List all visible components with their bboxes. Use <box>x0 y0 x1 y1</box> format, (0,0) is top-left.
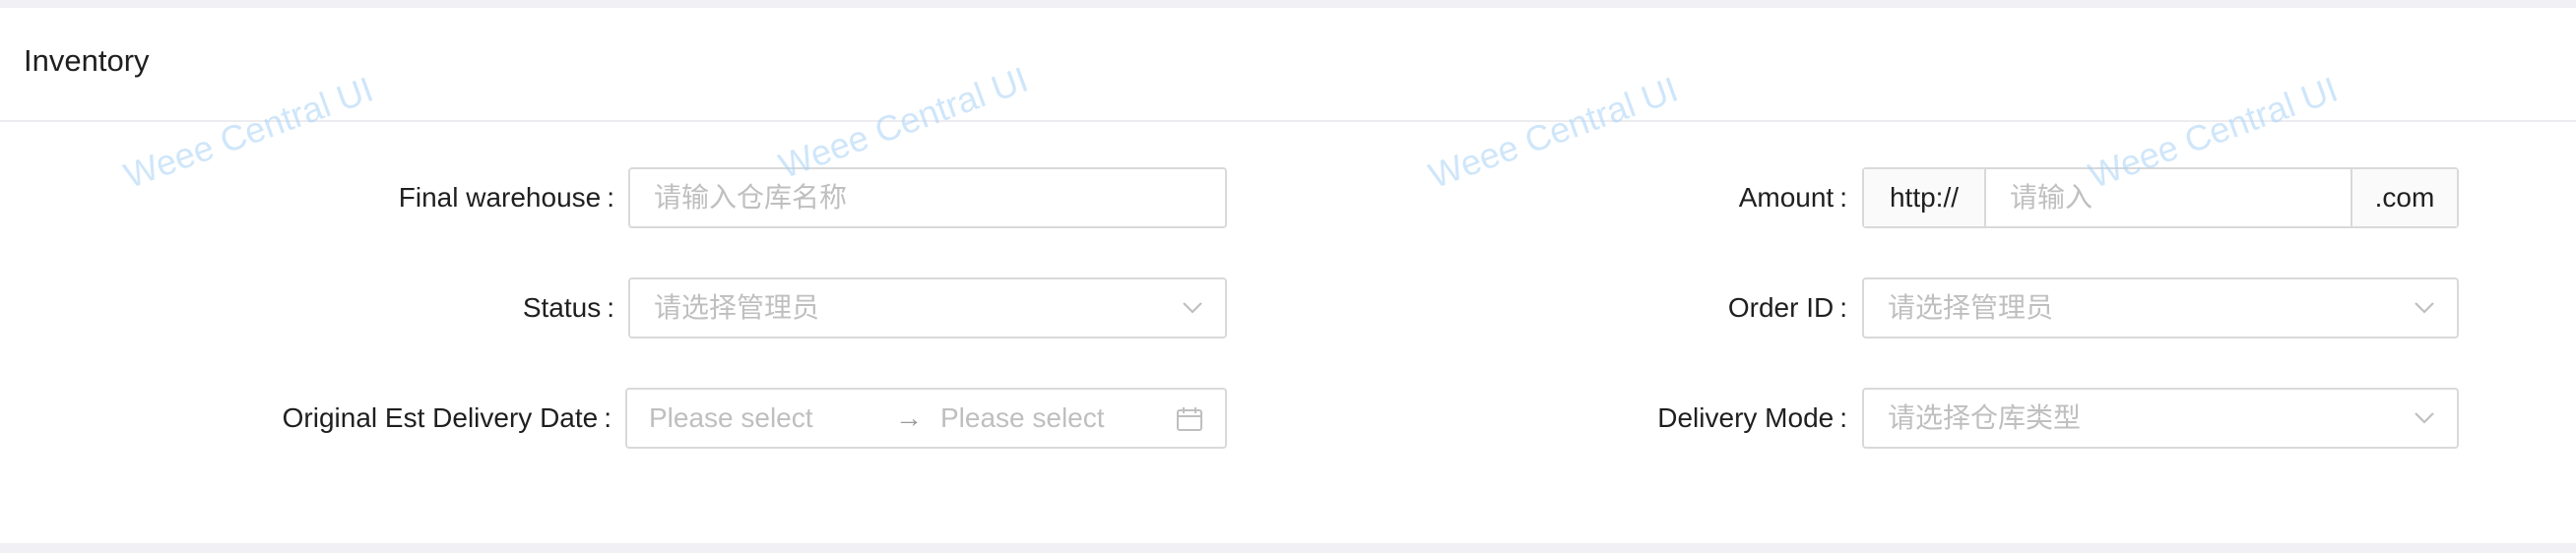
delivery-mode-placeholder: 请选择仓库类型 <box>1888 402 2082 433</box>
chevron-down-icon <box>1183 302 1202 314</box>
status-label: Status: <box>523 277 614 338</box>
final-warehouse-label-text: Final warehouse <box>398 182 602 213</box>
label-colon: : <box>1839 292 1847 323</box>
label-colon: : <box>607 292 614 323</box>
amount-prefix-addon: http:// <box>1864 169 1986 226</box>
delivery-mode-select[interactable]: 请选择仓库类型 <box>1862 388 2459 449</box>
final-warehouse-placeholder: 请输入仓库名称 <box>654 182 848 213</box>
final-warehouse-input[interactable]: 请输入仓库名称 <box>628 167 1227 228</box>
status-select[interactable]: 请选择管理员 <box>628 277 1227 338</box>
original-est-delivery-date-label: Original Est Delivery Date: <box>283 388 612 449</box>
amount-input-group: http:// 请输入 .com <box>1862 167 2459 228</box>
final-warehouse-label: Final warehouse: <box>399 167 614 228</box>
label-colon: : <box>1839 182 1847 213</box>
delivery-mode-label: Delivery Mode: <box>1657 388 1847 449</box>
card-title: Inventory <box>24 43 150 78</box>
label-colon: : <box>607 182 614 213</box>
order-id-label: Order ID: <box>1728 277 1847 338</box>
amount-suffix-addon: .com <box>2351 169 2457 226</box>
label-colon: : <box>604 402 612 433</box>
calendar-icon <box>1177 407 1202 431</box>
card-header: Inventory <box>0 8 2576 122</box>
order-id-select[interactable]: 请选择管理员 <box>1862 277 2459 338</box>
amount-input[interactable]: 请输入 <box>2010 169 2093 226</box>
date-range-start-input[interactable]: Please select <box>649 390 813 447</box>
amount-label: Amount: <box>1739 167 1847 228</box>
date-range-end-input[interactable]: Please select <box>940 390 1105 447</box>
label-colon: : <box>1839 402 1847 433</box>
order-id-placeholder: 请选择管理员 <box>1888 292 2054 323</box>
order-id-label-text: Order ID <box>1727 292 1835 323</box>
chevron-down-icon <box>2415 412 2434 424</box>
status-label-text: Status <box>522 292 602 323</box>
amount-label-text: Amount <box>1738 182 1835 213</box>
delivery-mode-label-text: Delivery Mode <box>1657 402 1835 433</box>
inventory-card: Inventory Final warehouse: 请输入仓库名称 Statu… <box>0 8 2576 543</box>
date-range-separator: → <box>895 402 923 433</box>
status-placeholder: 请选择管理员 <box>654 292 820 323</box>
original-est-delivery-date-label-text: Original Est Delivery Date <box>282 402 599 433</box>
chevron-down-icon <box>2415 302 2434 314</box>
original-est-delivery-date-range-picker[interactable]: Please select → Please select <box>625 388 1227 449</box>
